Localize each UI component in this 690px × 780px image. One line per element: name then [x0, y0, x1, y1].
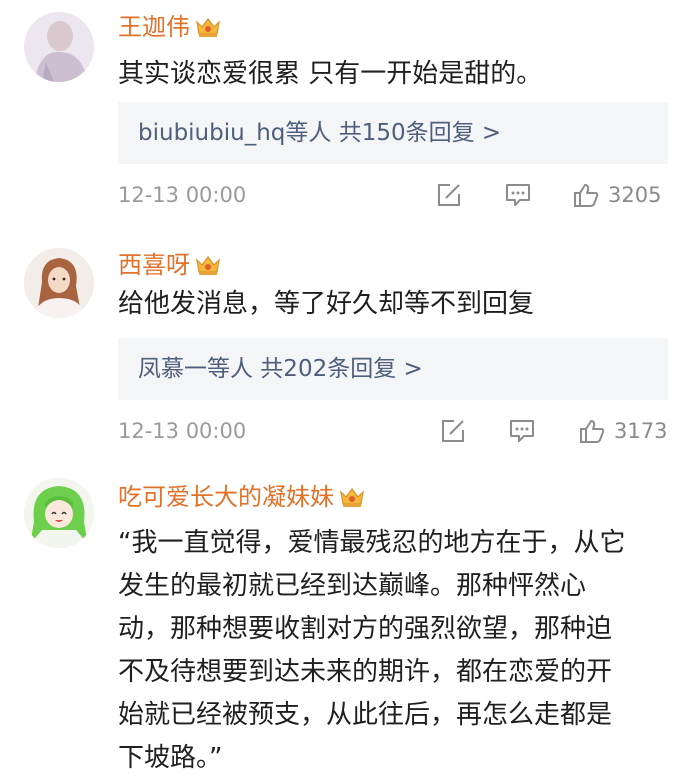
timestamp: 12-13 00:00 [118, 183, 247, 207]
comment-bubble-icon[interactable] [508, 418, 536, 448]
share-edit-icon[interactable] [440, 418, 466, 448]
crown-badge-icon [194, 15, 222, 46]
username[interactable]: 王迦伟 [118, 12, 222, 46]
comment-line: “我一直觉得，爱情最残忍的地方在于，从它 [118, 528, 626, 558]
comment-meta: 12-13 00:00 3205 [118, 178, 678, 212]
username-text[interactable]: 王迦伟 [118, 13, 190, 41]
username-text[interactable]: 西喜呀 [118, 251, 190, 279]
avatar[interactable] [24, 248, 94, 318]
comment-line: 不及待想要到达未来的期许，都在恋爱的开 [118, 657, 613, 687]
comment-text: 其实谈恋爱很累 只有一开始是甜的。 [118, 54, 542, 94]
comment-line: 其实谈恋爱很累 只有一开始是甜的。 [118, 59, 543, 89]
replies-box[interactable]: biubiubiu_hq等人 共150条回复 > [118, 102, 668, 164]
avatar[interactable] [24, 12, 94, 82]
comment-meta: 12-13 00:00 3173 [118, 414, 678, 448]
timestamp: 12-13 00:00 [118, 419, 247, 443]
replies-box[interactable]: 凤慕一等人 共202条回复 > [118, 338, 668, 400]
username[interactable]: 西喜呀 [118, 250, 222, 284]
crown-badge-icon [338, 485, 366, 516]
comment-text: “我一直觉得，爱情最残忍的地方在于，从它 发生的最初就已经到达巅峰。那种怦然心 … [118, 522, 625, 780]
crown-badge-icon [194, 253, 222, 284]
comment-line: 下坡路。” [118, 743, 223, 773]
replies-link[interactable]: biubiubiu_hq等人 共150条回复 > [138, 102, 501, 164]
comment-text: 给他发消息，等了好久却等不到回复 [118, 284, 534, 324]
comment-line: 给他发消息，等了好久却等不到回复 [118, 289, 535, 319]
thumbs-up-icon[interactable] [572, 182, 600, 212]
replies-link[interactable]: 凤慕一等人 共202条回复 > [138, 338, 423, 400]
thumbs-up-icon[interactable] [578, 418, 606, 448]
comment-line: 始就已经被预支，从此往后，再怎么走都是 [118, 700, 613, 730]
comment-line: 发生的最初就已经到达巅峰。那种怦然心 [118, 571, 587, 601]
like-count: 3205 [608, 183, 662, 207]
share-edit-icon[interactable] [436, 182, 462, 212]
comment-line: 动，那种想要收割对方的强烈欲望，那种迫 [118, 614, 613, 644]
username-text[interactable]: 吃可爱长大的凝妹妹 [118, 483, 334, 511]
like-count: 3173 [614, 419, 668, 443]
avatar[interactable] [24, 478, 94, 548]
comment-bubble-icon[interactable] [504, 182, 532, 212]
username[interactable]: 吃可爱长大的凝妹妹 [118, 482, 366, 516]
